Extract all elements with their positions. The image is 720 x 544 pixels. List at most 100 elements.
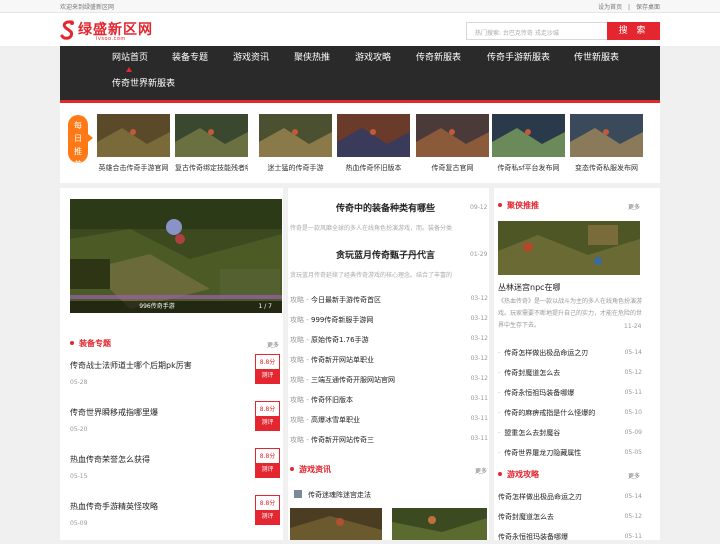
recommend-caption[interactable]: 复古传奇绑定技能残者哪 xyxy=(175,163,248,173)
guide-side-item[interactable]: 传奇永恒祖玛装备哪爆 05-11 xyxy=(498,532,642,544)
hot-list-title[interactable]: 传奇封魔道怎么去 xyxy=(504,369,560,377)
slider-image[interactable] xyxy=(70,199,282,313)
search-input[interactable]: 热门搜索: 台巴克传奇 戎走沙城 xyxy=(466,22,608,40)
guide-title[interactable]: 高爆冰雪单职业 xyxy=(311,416,360,424)
guide-title[interactable]: 原始传奇1.76手游 xyxy=(311,336,369,344)
news-first-title[interactable]: 传奇迷魂阵迷宫走法 xyxy=(308,490,371,500)
search-button[interactable]: 搜 索 xyxy=(607,22,660,40)
hot-more-link[interactable]: 更多 xyxy=(628,202,640,211)
equip-item-title[interactable]: 热血传奇手游精英怪攻略 xyxy=(70,501,158,512)
recommend-caption[interactable]: 热血传奇怀旧版本 xyxy=(337,163,410,173)
equip-item-date: 05-15 xyxy=(70,473,88,480)
hot-list-item[interactable]: · 传奇永恒祖玛装备哪爆 05-11 xyxy=(498,388,642,400)
guide-side-item[interactable]: 传奇怎样做出极品命运之刃 05-14 xyxy=(498,492,642,504)
equip-section-title: 装备专题 xyxy=(70,337,111,351)
guide-more-link[interactable]: 更多 xyxy=(628,471,640,480)
recommend-caption[interactable]: 传奇复古官网 xyxy=(416,163,489,173)
nav-guides[interactable]: 游戏攻略 xyxy=(355,47,391,69)
nav-chuanshi-servers[interactable]: 传世新服表 xyxy=(574,47,619,69)
guide-side-title[interactable]: 传奇怎样做出极品命运之刃 xyxy=(498,493,582,501)
recommend-thumb[interactable] xyxy=(97,114,170,157)
hot-list-item[interactable]: · 传奇封魔道怎么去 05-12 xyxy=(498,368,642,380)
hot-list-date: 05-12 xyxy=(624,369,642,376)
guide-list-item[interactable]: 攻略 - 原始传奇1.76手游 03-12 xyxy=(290,335,488,347)
nav-equipment[interactable]: 装备专题 xyxy=(172,47,208,69)
guide-date: 03-12 xyxy=(470,355,488,362)
guide-title[interactable]: 传奇怀旧版本 xyxy=(311,396,353,404)
guide-title[interactable]: 传奇新开网站传奇三 xyxy=(311,436,374,444)
equip-item[interactable]: 热血传奇荣誉怎么获得 05-15 8.8分 测评 xyxy=(70,448,280,488)
recommend-caption[interactable]: 迷士猛的传奇手游 xyxy=(259,163,332,173)
recommend-thumb[interactable] xyxy=(570,114,643,157)
recommend-thumb[interactable] xyxy=(259,114,332,157)
hot-list-item[interactable]: · 传奇世界屠龙刀隐藏属性 05-05 xyxy=(498,448,642,460)
set-home-link[interactable]: 设为首页 xyxy=(598,4,622,11)
review-button[interactable]: 测评 xyxy=(256,369,279,383)
equip-more-link[interactable]: 更多 xyxy=(267,340,279,349)
equip-item[interactable]: 传奇世界瞬移戒指哪里爆 05-20 8.8分 测评 xyxy=(70,401,280,441)
guide-list-item[interactable]: 攻略 - 999传奇新服手游网 03-12 xyxy=(290,315,488,327)
news-thumb-1[interactable] xyxy=(290,508,382,540)
recommend-item[interactable]: 复古传奇绑定技能残者哪 xyxy=(175,114,248,173)
recommend-thumb[interactable] xyxy=(416,114,489,157)
guide-title[interactable]: 今日最新手游传奇首区 xyxy=(311,296,381,304)
hot-list-item[interactable]: · 盟重怎么去封魔谷 05-09 xyxy=(498,428,642,440)
guide-title[interactable]: 999传奇新服手游网 xyxy=(311,316,373,324)
equip-item-title[interactable]: 热血传奇荣誉怎么获得 xyxy=(70,454,150,465)
guide-title[interactable]: 传奇新开网站单职业 xyxy=(311,356,374,364)
save-desktop-link[interactable]: 保存桌面 xyxy=(636,4,660,11)
top-links: 设为首页 | 保存桌面 xyxy=(594,2,660,11)
site-logo[interactable]: 绿盛新区网 lvsoo.com xyxy=(60,19,170,43)
news-thumb-2[interactable] xyxy=(392,508,487,540)
recommend-item[interactable]: 传奇复古官网 xyxy=(416,114,489,173)
headline-1-title[interactable]: 传奇中的装备种类有哪些 xyxy=(336,201,435,214)
guide-title[interactable]: 三端互通传奇开服网站官网 xyxy=(311,376,395,384)
guide-list-item[interactable]: 攻略 - 传奇怀旧版本 03-11 xyxy=(290,395,488,407)
review-button[interactable]: 测评 xyxy=(256,463,279,477)
recommend-item[interactable]: 热血传奇怀旧版本 xyxy=(337,114,410,173)
review-button[interactable]: 测评 xyxy=(256,416,279,430)
equip-score: 8.8分 xyxy=(259,359,276,366)
recommend-caption[interactable]: 传奇私sf平台发布网 xyxy=(492,163,565,173)
equip-item-title[interactable]: 传奇世界瞬移戒指哪里爆 xyxy=(70,407,158,418)
recommend-thumb[interactable] xyxy=(175,114,248,157)
guide-prefix: 攻略 - xyxy=(290,396,309,404)
hot-feature-image[interactable] xyxy=(498,221,640,275)
guide-side-title[interactable]: 传奇封魔道怎么去 xyxy=(498,513,554,521)
recommend-item[interactable]: 迷士猛的传奇手游 xyxy=(259,114,332,173)
nav-world-servers[interactable]: 传奇世界新服表 xyxy=(112,73,175,95)
recommend-item[interactable]: 变态传奇私服发布网 xyxy=(570,114,643,173)
recommend-caption[interactable]: 英雄合击传奇手游官网 xyxy=(97,163,170,173)
hot-list-title[interactable]: 传奇怎样做出极品命运之刃 xyxy=(504,349,588,357)
guide-list-item[interactable]: 攻略 - 高爆冰雪单职业 03-11 xyxy=(290,415,488,427)
hot-feature-title[interactable]: 丛林迷宫npc在哪 xyxy=(498,282,561,293)
equip-item[interactable]: 热血传奇手游精英怪攻略 05-09 8.8分 测评 xyxy=(70,495,280,535)
recommend-item[interactable]: 传奇私sf平台发布网 xyxy=(492,114,565,173)
guide-side-item[interactable]: 传奇封魔道怎么去 05-12 xyxy=(498,512,642,524)
hot-list-title[interactable]: 传奇的麻痹戒指是什么怪爆的 xyxy=(504,409,595,417)
recommend-thumb[interactable] xyxy=(337,114,410,157)
hot-list-title[interactable]: 传奇永恒祖玛装备哪爆 xyxy=(504,389,574,397)
guide-list-item[interactable]: 攻略 - 传奇新开网站单职业 03-12 xyxy=(290,355,488,367)
guide-list-item[interactable]: 攻略 - 三端互通传奇开服网站官网 03-12 xyxy=(290,375,488,387)
nav-game-news[interactable]: 游戏资讯 xyxy=(233,47,269,69)
hot-list-item[interactable]: · 传奇怎样做出极品命运之刃 05-14 xyxy=(498,348,642,360)
nav-legend-servers[interactable]: 传奇新服表 xyxy=(416,47,461,69)
recommend-item[interactable]: 英雄合击传奇手游官网 xyxy=(97,114,170,173)
hot-list-item[interactable]: · 传奇的麻痹戒指是什么怪爆的 05-10 xyxy=(498,408,642,420)
equip-score-box: 8.8分 测评 xyxy=(255,448,280,478)
nav-mobile-servers[interactable]: 传奇手游新服表 xyxy=(487,47,550,69)
news-more-link[interactable]: 更多 xyxy=(475,466,487,475)
equip-item[interactable]: 传奇战士法师道士哪个后期pk厉害 05-28 8.8分 测评 xyxy=(70,354,280,394)
nav-home[interactable]: 网站首页 xyxy=(112,47,148,69)
recommend-caption[interactable]: 变态传奇私服发布网 xyxy=(570,163,643,173)
recommend-thumb[interactable] xyxy=(492,114,565,157)
guide-list-item[interactable]: 攻略 - 今日最新手游传奇首区 03-12 xyxy=(290,295,488,307)
headline-2-title[interactable]: 贪玩蓝月传奇甄子丹代言 xyxy=(336,248,435,261)
hot-list-title[interactable]: 盟重怎么去封魔谷 xyxy=(504,429,560,437)
nav-hot-picks[interactable]: 聚侠热推 xyxy=(294,47,330,69)
guide-list-item[interactable]: 攻略 - 传奇新开网站传奇三 03-11 xyxy=(290,435,488,447)
equip-item-title[interactable]: 传奇战士法师道士哪个后期pk厉害 xyxy=(70,360,192,371)
hot-list-title[interactable]: 传奇世界屠龙刀隐藏属性 xyxy=(504,449,581,457)
review-button[interactable]: 测评 xyxy=(256,510,279,524)
